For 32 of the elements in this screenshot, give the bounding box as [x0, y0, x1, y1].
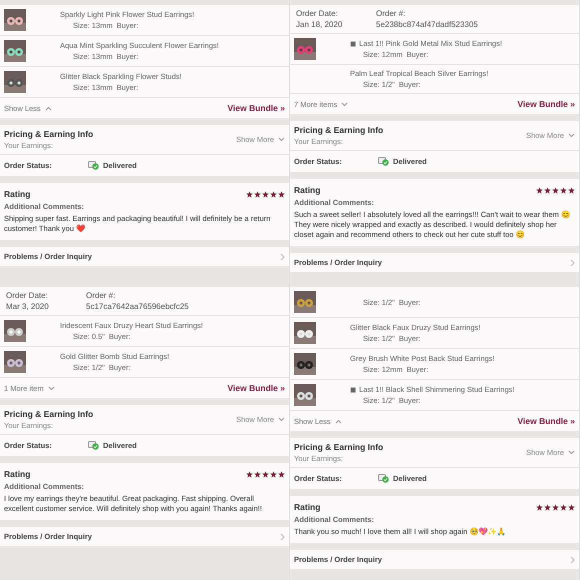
order-number: 5e238bc874af47dadf523305: [376, 20, 479, 29]
view-bundle-link[interactable]: View Bundle »: [518, 99, 575, 109]
order-number-label: Order #:: [86, 291, 116, 300]
chevron-down-icon: [278, 137, 285, 142]
rating-title: Rating: [4, 189, 30, 199]
order-date: Mar 3, 2020: [6, 302, 50, 311]
view-bundle-link[interactable]: View Bundle »: [518, 416, 575, 426]
delivered-icon: [378, 157, 389, 166]
section-title: Pricing & Earning Info: [4, 409, 94, 419]
order-date-label: Order Date:: [6, 291, 49, 300]
rating-title: Rating: [4, 469, 30, 479]
view-bundle-link[interactable]: View Bundle »: [228, 103, 285, 113]
delivered-icon: [378, 474, 389, 483]
view-bundle-link[interactable]: View Bundle »: [228, 383, 285, 393]
delivered-icon: [88, 161, 99, 170]
chevron-right-icon: [280, 532, 285, 541]
chevron-down-icon: [278, 417, 285, 422]
order-number-label: Order #:: [376, 9, 406, 18]
order-date: Jan 18, 2020: [296, 20, 344, 29]
delivered-icon: [88, 441, 99, 450]
chevron-right-icon: [570, 556, 575, 564]
chevron-down-icon: [568, 450, 575, 455]
order-date-label: Order Date:: [296, 9, 339, 18]
section-title: Pricing & Earning Info: [294, 442, 384, 452]
chevron-right-icon: [280, 252, 285, 261]
chevron-down-icon: [568, 133, 575, 138]
section-title: Pricing & Earning Info: [4, 129, 94, 139]
chevron-right-icon: [570, 258, 575, 267]
order-number: 5c17ca7642aa76596ebcfc25: [86, 302, 190, 311]
rating-title: Rating: [294, 185, 320, 195]
section-title: Pricing & Earning Info: [294, 125, 384, 135]
rating-title: Rating: [294, 502, 320, 512]
